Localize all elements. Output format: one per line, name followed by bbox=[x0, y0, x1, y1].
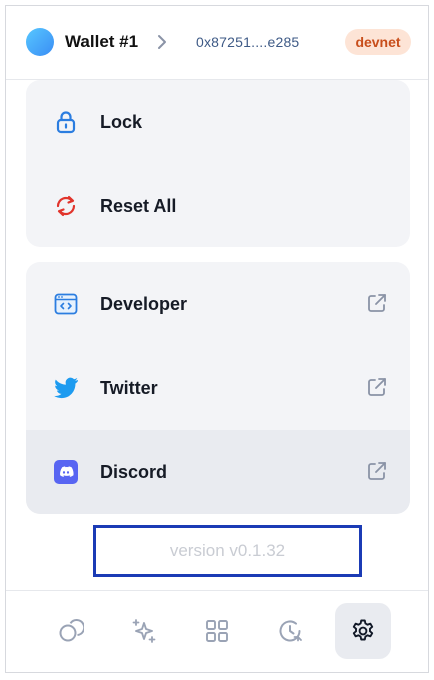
links-menu: Developer Twitter Discord bbox=[26, 262, 410, 514]
menu-item-developer[interactable]: Developer bbox=[26, 262, 410, 346]
sparkle-icon bbox=[132, 619, 156, 643]
settings-panel: Wallet #1 0x87251....e285 devnet Lock Re… bbox=[5, 5, 429, 673]
nav-apps[interactable] bbox=[189, 603, 245, 659]
external-link-icon[interactable] bbox=[366, 460, 388, 482]
chevron-right-icon[interactable] bbox=[154, 31, 170, 53]
security-menu: Lock Reset All bbox=[26, 80, 410, 247]
nav-assets[interactable] bbox=[43, 603, 99, 659]
refresh-icon bbox=[56, 195, 76, 217]
external-link-icon[interactable] bbox=[366, 292, 388, 314]
developer-icon bbox=[54, 293, 78, 315]
menu-item-label: Twitter bbox=[100, 378, 158, 398]
menu-item-reset-all[interactable]: Reset All bbox=[26, 164, 410, 247]
wallet-address[interactable]: 0x87251....e285 bbox=[196, 34, 299, 50]
twitter-icon bbox=[54, 377, 78, 399]
wallet-avatar[interactable] bbox=[26, 28, 54, 56]
menu-item-lock[interactable]: Lock bbox=[26, 80, 410, 164]
menu-item-label: Lock bbox=[100, 112, 143, 132]
bottom-nav bbox=[6, 590, 428, 672]
menu-item-label: Developer bbox=[100, 294, 188, 314]
menu-item-twitter[interactable]: Twitter bbox=[26, 346, 410, 430]
menu-item-label: Discord bbox=[100, 462, 168, 482]
gear-icon bbox=[352, 619, 374, 641]
wallet-name[interactable]: Wallet #1 bbox=[65, 32, 138, 52]
external-link-icon[interactable] bbox=[366, 376, 388, 398]
nav-sparkles[interactable] bbox=[116, 603, 172, 659]
version-highlight: version v0.1.32 bbox=[93, 525, 362, 577]
discord-icon bbox=[54, 460, 78, 484]
menu-item-label: Reset All bbox=[100, 196, 177, 216]
lock-icon bbox=[56, 111, 76, 134]
nav-history[interactable] bbox=[262, 603, 318, 659]
nav-settings[interactable] bbox=[335, 603, 391, 659]
coins-icon bbox=[59, 619, 84, 642]
menu-item-discord[interactable]: Discord bbox=[26, 430, 410, 514]
grid-icon bbox=[206, 620, 228, 642]
history-icon bbox=[279, 620, 302, 642]
version-text: version v0.1.32 bbox=[169, 541, 286, 560]
wallet-header: Wallet #1 0x87251....e285 devnet bbox=[6, 6, 428, 80]
network-badge[interactable]: devnet bbox=[345, 29, 411, 55]
